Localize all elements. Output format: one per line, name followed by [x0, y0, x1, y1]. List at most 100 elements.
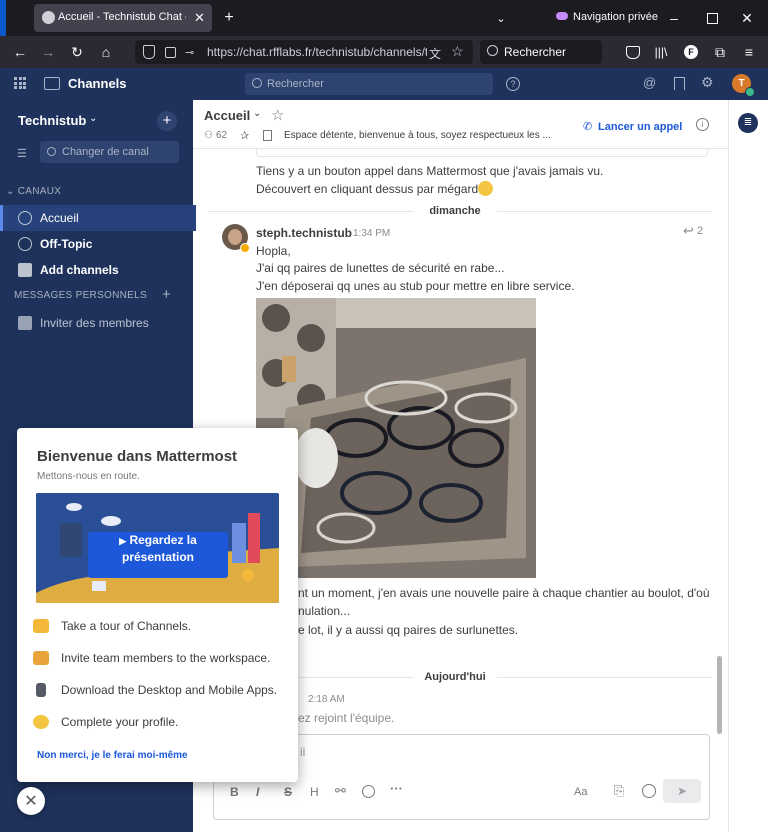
sidebar-item-accueil[interactable]: Accueil: [0, 205, 196, 231]
heading-button[interactable]: H: [310, 785, 319, 799]
onboarding-panel: Bienvenue dans Mattermost Mettons-nous e…: [17, 428, 298, 782]
previous-post-attachment: [256, 148, 708, 157]
app-bar: [728, 100, 768, 832]
lock-icon[interactable]: [165, 47, 176, 58]
extensions-icon[interactable]: ⧉: [711, 42, 729, 62]
post-author[interactable]: steph.technistub: [256, 226, 352, 240]
tab-list-chevron-icon[interactable]: ⌄: [492, 8, 510, 28]
smiley-icon: [33, 715, 49, 729]
send-button[interactable]: ➤: [663, 779, 701, 803]
members-icon[interactable]: ⚇: [204, 130, 213, 141]
mentions-icon[interactable]: @: [643, 75, 656, 90]
browser-tab-active[interactable]: Accueil - Technistub Chat — RFF ✕: [34, 4, 212, 32]
channel-chevron-down-icon[interactable]: ⌄: [253, 108, 261, 119]
onboarding-step-download[interactable]: Download the Desktop and Mobile Apps.: [33, 683, 277, 697]
back-icon[interactable]: ←: [10, 42, 30, 62]
message-placeholder: il: [300, 745, 306, 759]
close-onboarding-button[interactable]: ✕: [17, 787, 45, 815]
watch-video-label: Regardez la présentation: [121, 533, 197, 564]
favorite-star-icon[interactable]: ☆: [271, 106, 284, 124]
library-icon[interactable]: |||\: [652, 42, 670, 62]
channels-section-header[interactable]: ⌄ CANAUX: [6, 186, 61, 197]
skip-onboarding-link[interactable]: Non merci, je le ferai moi-même: [37, 750, 188, 761]
add-dm-icon[interactable]: +: [162, 286, 171, 303]
forward-icon[interactable]: →: [38, 42, 58, 62]
more-formatting-icon[interactable]: ···: [390, 781, 403, 796]
url-text[interactable]: https://chat.rfflabs.fr/technistub/chann…: [207, 45, 427, 59]
sidebar-item-label: Accueil: [40, 211, 79, 225]
shield-icon[interactable]: [143, 45, 155, 59]
reply-arrow-icon[interactable]: ↩: [683, 223, 694, 239]
reply-count[interactable]: 2: [697, 225, 703, 237]
start-call-button[interactable]: Lancer un appel: [598, 121, 682, 133]
team-name[interactable]: Technistub: [18, 113, 86, 128]
files-icon[interactable]: [263, 130, 272, 141]
sidebar-item-off-topic[interactable]: Off-Topic: [0, 231, 193, 257]
url-bar[interactable]: ⊸ https://chat.rfflabs.fr/technistub/cha…: [135, 40, 473, 64]
handshake-icon: [33, 651, 49, 665]
attached-photo[interactable]: [256, 298, 536, 578]
onboarding-step-label: Download the Desktop and Mobile Apps.: [61, 683, 278, 697]
add-button[interactable]: +: [157, 111, 177, 131]
date-separator-line: [497, 677, 712, 678]
team-chevron-down-icon[interactable]: ⌄: [89, 113, 97, 124]
italic-button[interactable]: I: [256, 785, 259, 799]
onboarding-step-tour[interactable]: Take a tour of Channels.: [33, 619, 191, 633]
message-line: Découvert en cliquant dessus par mégarde: [256, 182, 485, 196]
message-line: J'ai qq paires de lunettes de sécurité e…: [256, 261, 505, 275]
onboarding-title: Bienvenue dans Mattermost: [37, 448, 238, 465]
pinned-icon[interactable]: ✰: [240, 129, 249, 142]
font-size-button[interactable]: Aa: [574, 786, 587, 798]
info-icon[interactable]: [362, 785, 375, 798]
reload-icon[interactable]: ↻: [67, 42, 87, 62]
channel-info-icon[interactable]: i: [696, 118, 709, 131]
video-thumbnail[interactable]: ▶ Regardez la présentation: [36, 493, 279, 603]
sidebar-item-add-channels[interactable]: Add channels: [0, 257, 193, 283]
dm-section-header[interactable]: MESSAGES PERSONNELS: [14, 290, 147, 301]
help-icon[interactable]: ?: [506, 77, 520, 91]
bookmark-star-icon[interactable]: ☆: [451, 43, 464, 60]
find-channel-placeholder: Changer de canal: [62, 146, 149, 158]
home-icon[interactable]: ⌂: [96, 42, 116, 62]
key-icon[interactable]: ⊸: [185, 46, 194, 59]
system-post-time[interactable]: 2:18 AM: [308, 694, 345, 705]
message-line: nulation...: [298, 604, 351, 618]
saved-messages-icon[interactable]: [674, 77, 685, 90]
strikethrough-button[interactable]: S: [284, 785, 292, 799]
maximize-icon[interactable]: [707, 13, 718, 24]
channel-name[interactable]: Accueil: [204, 108, 250, 123]
message-line: Tiens y a un bouton appel dans Mattermos…: [256, 164, 604, 178]
date-separator: Aujourd'hui: [424, 671, 486, 683]
watch-video-button[interactable]: ▶ Regardez la présentation: [88, 532, 228, 578]
link-icon[interactable]: ⚯: [335, 783, 346, 799]
product-switcher-icon[interactable]: [14, 77, 26, 89]
filter-icon[interactable]: ☰: [17, 147, 27, 160]
window-close-icon[interactable]: ✕: [739, 8, 755, 28]
tab-close-icon[interactable]: ✕: [194, 10, 205, 26]
onboarding-step-profile[interactable]: Complete your profile.: [33, 715, 178, 729]
settings-gear-icon[interactable]: ⚙: [701, 74, 714, 91]
find-channel-input[interactable]: Changer de canal: [40, 141, 179, 163]
attachment-icon[interactable]: ⎘: [614, 783, 624, 799]
grinning-emoji-icon: [478, 181, 493, 196]
bold-button[interactable]: B: [230, 785, 239, 799]
product-label[interactable]: Channels: [68, 76, 127, 91]
onboarding-step-invite[interactable]: Invite team members to the workspace.: [33, 651, 270, 665]
browser-search-field[interactable]: Rechercher: [480, 40, 602, 64]
app-search-input[interactable]: Rechercher: [245, 73, 493, 95]
member-count[interactable]: 62: [216, 130, 227, 141]
translate-icon[interactable]: 文: [429, 45, 441, 62]
pocket-icon[interactable]: [626, 46, 640, 59]
post-time[interactable]: 1:34 PM: [353, 228, 390, 239]
phone-icon[interactable]: ✆: [583, 120, 592, 133]
new-tab-icon[interactable]: +: [220, 8, 238, 28]
message-line: nt un moment, j'en avais une nouvelle pa…: [298, 586, 710, 600]
account-icon[interactable]: F: [684, 45, 698, 59]
scrollbar-thumb[interactable]: [717, 656, 722, 734]
emoji-picker-icon[interactable]: [642, 784, 656, 798]
sidebar-item-invite[interactable]: Inviter des membres: [0, 310, 193, 336]
minimize-icon[interactable]: –: [666, 8, 682, 28]
menu-icon[interactable]: ≡: [740, 42, 758, 62]
app-bar-list-icon[interactable]: ≣: [738, 113, 758, 133]
onboarding-step-label: Complete your profile.: [61, 715, 179, 729]
